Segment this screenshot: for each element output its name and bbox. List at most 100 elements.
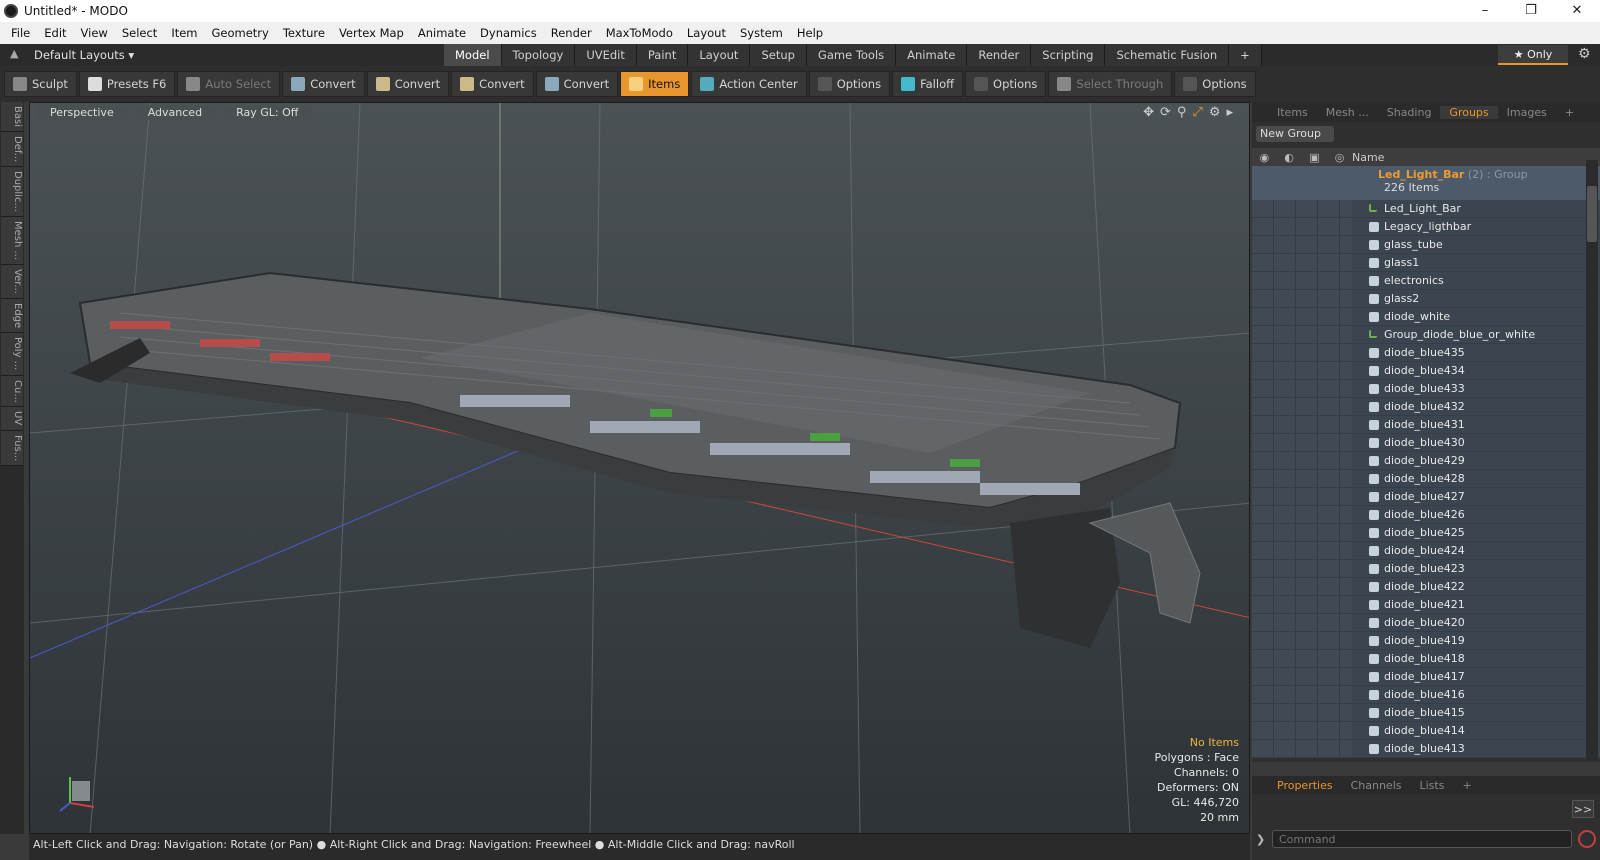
- settings-icon[interactable]: ⚙: [1209, 105, 1221, 120]
- list-item[interactable]: diode_blue424: [1252, 542, 1600, 560]
- list-item[interactable]: diode_blue432: [1252, 398, 1600, 416]
- list-item[interactable]: glass1: [1252, 254, 1600, 272]
- gear-icon[interactable]: ⚙: [1578, 46, 1591, 62]
- toolbar-convert-button[interactable]: Convert: [282, 71, 365, 97]
- layout-tab-render[interactable]: Render: [967, 44, 1032, 66]
- menu-item-maxtomodo[interactable]: MaxToModo: [599, 26, 680, 40]
- toolbar-convert-button[interactable]: Convert: [451, 71, 534, 97]
- list-item[interactable]: diode_white: [1252, 308, 1600, 326]
- layout-tab-setup[interactable]: Setup: [750, 44, 807, 66]
- list-item[interactable]: diode_blue435: [1252, 344, 1600, 362]
- list-item[interactable]: diode_blue434: [1252, 362, 1600, 380]
- list-item[interactable]: Legacy_ligthbar: [1252, 218, 1600, 236]
- command-input[interactable]: [1272, 830, 1572, 848]
- toolbar-items-button[interactable]: Items: [620, 71, 690, 97]
- list-item[interactable]: diode_blue417: [1252, 668, 1600, 686]
- panel-tab-groups[interactable]: Groups: [1440, 105, 1498, 119]
- 3d-viewport[interactable]: Perspective Advanced Ray GL: Off ✥ ⟳ ⚲ ⤢ ⚙…: [29, 102, 1250, 834]
- layout-tab-uvedit[interactable]: UVEdit: [575, 44, 637, 66]
- list-item[interactable]: diode_blue413: [1252, 740, 1600, 758]
- minimize-icon[interactable]: –: [1462, 0, 1508, 22]
- panel-tab-+[interactable]: +: [1556, 106, 1583, 119]
- left-tab[interactable]: Ver...: [1, 265, 23, 300]
- menu-item-dynamics[interactable]: Dynamics: [473, 26, 544, 40]
- left-tab[interactable]: Cu...: [1, 375, 23, 408]
- select-toggle-icon[interactable]: ◎: [1335, 151, 1345, 164]
- toolbar-convert-button[interactable]: Convert: [366, 71, 450, 97]
- zoom-icon[interactable]: ⚲: [1177, 105, 1187, 120]
- toolbar-action-button[interactable]: Action Center: [691, 71, 807, 97]
- viewport-advanced-button[interactable]: Advanced: [133, 105, 217, 120]
- menu-item-edit[interactable]: Edit: [37, 26, 73, 40]
- list-item[interactable]: diode_blue425: [1252, 524, 1600, 542]
- menu-item-view[interactable]: View: [74, 26, 115, 40]
- left-tab[interactable]: Mesh ...: [1, 217, 23, 266]
- viewport-ray-button[interactable]: Ray GL: Off: [222, 105, 313, 120]
- toolbar-options-button[interactable]: Options: [1174, 71, 1256, 97]
- list-scrollbar[interactable]: [1586, 160, 1598, 760]
- layout-tab-model[interactable]: Model: [444, 44, 502, 66]
- visibility-eye-icon[interactable]: ◉: [1260, 151, 1270, 164]
- toolbar-sculpt-button[interactable]: Sculpt: [4, 71, 77, 97]
- toolbar-options-button[interactable]: Options: [965, 71, 1047, 97]
- list-item[interactable]: diode_blue430: [1252, 434, 1600, 452]
- group-row[interactable]: Led_Light_Bar (2) : Group 226 Items: [1252, 166, 1600, 200]
- menu-item-file[interactable]: File: [4, 26, 37, 40]
- new-group-button[interactable]: New Group: [1256, 126, 1334, 142]
- menu-item-animate[interactable]: Animate: [411, 26, 473, 40]
- list-item[interactable]: diode_blue416: [1252, 686, 1600, 704]
- layout-tab-topology[interactable]: Topology: [501, 44, 576, 66]
- list-item[interactable]: diode_blue433: [1252, 380, 1600, 398]
- only-toggle[interactable]: ★ Only: [1498, 45, 1568, 65]
- properties-tab-lists[interactable]: Lists: [1411, 779, 1454, 792]
- left-tab[interactable]: Basi: [1, 102, 23, 132]
- menu-item-system[interactable]: System: [733, 26, 790, 40]
- close-icon[interactable]: ✕: [1554, 0, 1600, 22]
- left-tab[interactable]: UV: [1, 407, 23, 431]
- fit-icon[interactable]: ⤢: [1192, 105, 1202, 120]
- panel-tab-mesh[interactable]: Mesh ...: [1317, 106, 1378, 119]
- left-tab[interactable]: Duplic...: [1, 167, 23, 218]
- toolbar-falloff-button[interactable]: Falloff: [892, 71, 964, 97]
- list-item[interactable]: electronics: [1252, 272, 1600, 290]
- execute-button[interactable]: >>: [1572, 800, 1594, 818]
- list-item[interactable]: diode_blue418: [1252, 650, 1600, 668]
- viewport-perspective-button[interactable]: Perspective: [36, 105, 128, 120]
- layout-tab-animate[interactable]: Animate: [896, 44, 968, 66]
- restore-icon[interactable]: ❐: [1508, 0, 1554, 22]
- panel-tab-images[interactable]: Images: [1498, 106, 1556, 119]
- toolbar-select-button[interactable]: Select Through: [1048, 71, 1173, 97]
- layout-tab-game-tools[interactable]: Game Tools: [806, 44, 897, 66]
- menu-item-vertex-map[interactable]: Vertex Map: [332, 26, 411, 40]
- list-item[interactable]: Group_diode_blue_or_white: [1252, 326, 1600, 344]
- properties-tab-+[interactable]: +: [1453, 779, 1480, 792]
- panel-tab-shading[interactable]: Shading: [1378, 106, 1441, 119]
- list-item[interactable]: diode_blue419: [1252, 632, 1600, 650]
- list-item[interactable]: diode_blue428: [1252, 470, 1600, 488]
- move-icon[interactable]: ✥: [1143, 105, 1154, 120]
- list-item[interactable]: diode_blue427: [1252, 488, 1600, 506]
- properties-tab-properties[interactable]: Properties: [1268, 779, 1342, 792]
- left-tab[interactable]: Edge: [1, 299, 23, 334]
- left-tab[interactable]: Def...: [1, 131, 23, 168]
- toolbar-options-button[interactable]: Options: [808, 71, 891, 97]
- layout-tab--[interactable]: +: [1229, 44, 1262, 66]
- toolbar-presets-button[interactable]: Presets F6: [78, 71, 176, 97]
- list-item[interactable]: diode_blue426: [1252, 506, 1600, 524]
- menu-item-geometry[interactable]: Geometry: [205, 26, 276, 40]
- layout-tab-schematic-fusion[interactable]: Schematic Fusion: [1105, 44, 1230, 66]
- menu-item-texture[interactable]: Texture: [276, 26, 332, 40]
- properties-tab-channels[interactable]: Channels: [1342, 779, 1411, 792]
- left-tab[interactable]: Fus...: [1, 430, 23, 466]
- menu-item-layout[interactable]: Layout: [680, 26, 733, 40]
- menu-item-help[interactable]: Help: [790, 26, 830, 40]
- lock-icon[interactable]: ▣: [1309, 151, 1319, 164]
- list-item[interactable]: diode_blue431: [1252, 416, 1600, 434]
- list-item[interactable]: diode_blue420: [1252, 614, 1600, 632]
- menu-item-render[interactable]: Render: [544, 26, 599, 40]
- left-tab[interactable]: Poly ...: [1, 333, 23, 376]
- default-layouts-dropdown[interactable]: Default Layouts ▾: [34, 48, 134, 62]
- rotate-icon[interactable]: ⟳: [1160, 105, 1171, 120]
- menu-item-select[interactable]: Select: [115, 26, 164, 40]
- list-item[interactable]: glass_tube: [1252, 236, 1600, 254]
